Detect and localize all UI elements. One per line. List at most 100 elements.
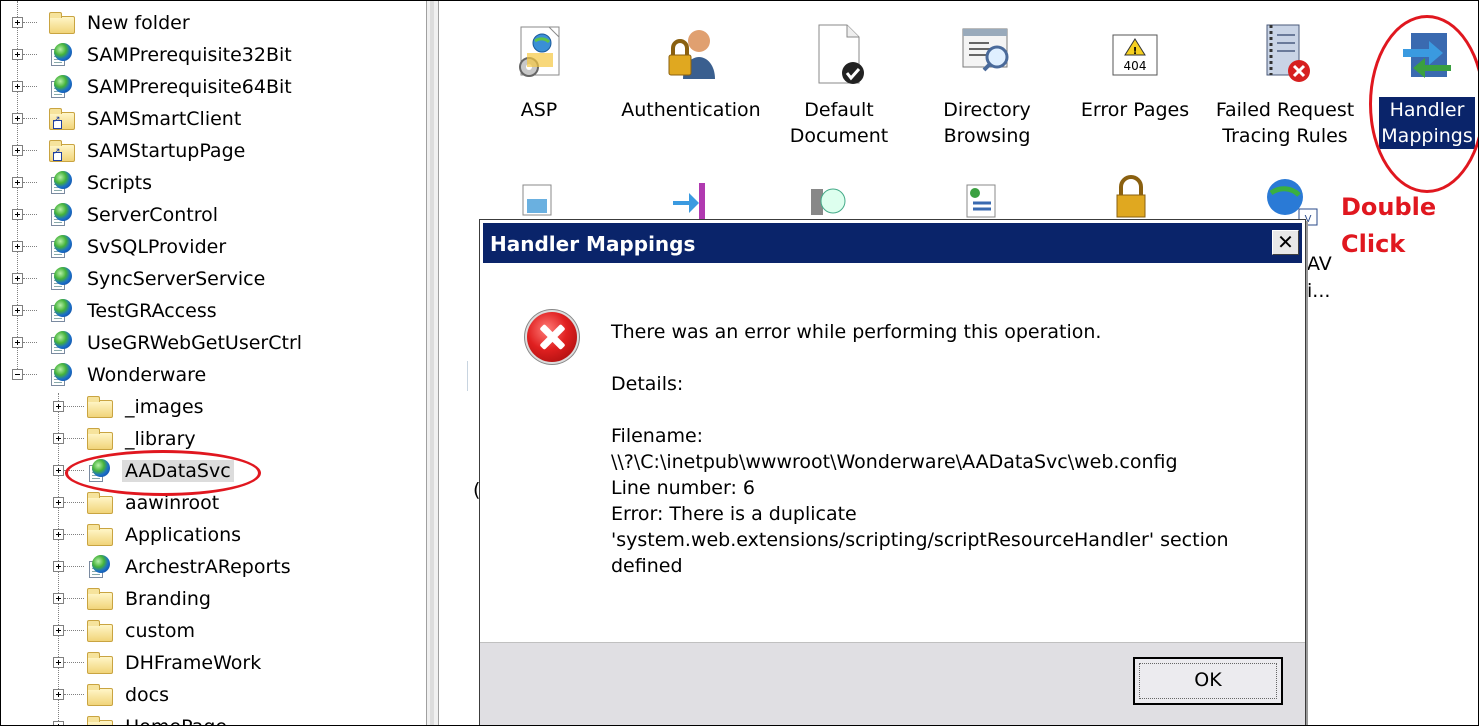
- tree-item-label: SAMPrerequisite64Bit: [87, 76, 292, 98]
- http-response-headers-icon: [811, 188, 846, 215]
- webdav-label-fragment: AV: [1307, 253, 1332, 275]
- tree-item[interactable]: aawinroot: [1, 488, 426, 520]
- feature-authentication[interactable]: Authentication: [621, 21, 761, 123]
- tree-item-label: New folder: [87, 12, 190, 34]
- tree-item[interactable]: HomePage: [1, 712, 426, 725]
- details-label: Details:: [611, 373, 684, 395]
- tree-item[interactable]: TestGRAccess: [1, 296, 426, 328]
- feature-error-pages[interactable]: ! 404 Error Pages: [1065, 21, 1205, 123]
- tree-item[interactable]: SAMPrerequisite32Bit: [1, 40, 426, 72]
- tree-item[interactable]: _images: [1, 392, 426, 424]
- expand-icon[interactable]: [53, 401, 64, 412]
- connections-tree[interactable]: New folder SAMPrerequisite32Bit SAMPrere…: [1, 1, 426, 725]
- expand-icon[interactable]: [53, 561, 64, 572]
- expand-icon[interactable]: [53, 433, 64, 444]
- expand-icon[interactable]: [12, 113, 23, 124]
- expand-icon[interactable]: [53, 721, 64, 725]
- folder-icon: [87, 683, 113, 707]
- expand-icon[interactable]: [12, 81, 23, 92]
- tree-item[interactable]: custom: [1, 616, 426, 648]
- directory-browsing-icon: [957, 21, 1017, 87]
- tree-item-label: docs: [125, 684, 170, 706]
- tree-item-label: TestGRAccess: [87, 300, 217, 322]
- tree-item[interactable]: Applications: [1, 520, 426, 552]
- folder-icon: [87, 715, 113, 725]
- expand-icon[interactable]: [12, 209, 23, 220]
- tree-item[interactable]: Branding: [1, 584, 426, 616]
- expand-icon[interactable]: [12, 305, 23, 316]
- isapi-filters-icon: [966, 184, 996, 218]
- expand-icon[interactable]: [12, 337, 23, 348]
- web-app-icon: [49, 203, 75, 227]
- tree-item[interactable]: SAMSmartClient: [1, 104, 426, 136]
- collapse-icon[interactable]: [12, 369, 23, 380]
- error-text-line: defined: [611, 555, 683, 577]
- tree-item[interactable]: UseGRWebGetUserCtrl: [1, 328, 426, 360]
- tree-item[interactable]: New folder: [1, 8, 426, 40]
- close-icon[interactable]: ✕: [1272, 230, 1299, 255]
- tree-item-label: ArchestrAReports: [125, 556, 291, 578]
- pane-splitter[interactable]: [426, 1, 439, 725]
- expand-icon[interactable]: [53, 689, 64, 700]
- expand-icon[interactable]: [53, 465, 64, 476]
- expand-icon[interactable]: [53, 593, 64, 604]
- expand-icon[interactable]: [12, 145, 23, 156]
- tree-item[interactable]: Wonderware: [1, 360, 426, 392]
- annotation-click: Click: [1341, 230, 1406, 258]
- group-divider: [467, 361, 468, 391]
- feature-default-document[interactable]: Default Document: [769, 21, 909, 149]
- dialog-title: Handler Mappings: [490, 232, 696, 256]
- tree-item-label: _library: [125, 428, 196, 450]
- asp-icon: [509, 21, 569, 87]
- error-code-text: 404: [1124, 59, 1147, 73]
- expand-icon[interactable]: [12, 49, 23, 60]
- expand-icon[interactable]: [12, 17, 23, 28]
- web-app-icon: [49, 299, 75, 323]
- web-app-icon: [49, 363, 75, 387]
- expand-icon[interactable]: [53, 497, 64, 508]
- expand-icon[interactable]: [53, 529, 64, 540]
- feature-directory-browsing[interactable]: Directory Browsing: [917, 21, 1057, 149]
- folder-icon: [87, 619, 113, 643]
- feature-failed-request-tracing[interactable]: Failed Request Tracing Rules: [1215, 21, 1355, 149]
- tree-item[interactable]: _library: [1, 424, 426, 456]
- error-text-line: Error: There is a duplicate: [611, 503, 857, 525]
- tree-item-label: Wonderware: [87, 364, 207, 386]
- tree-item[interactable]: DHFrameWork: [1, 648, 426, 680]
- tree-item-label: Applications: [125, 524, 242, 546]
- dialog-body: There was an error while performing this…: [480, 263, 1305, 643]
- folder-icon: [87, 491, 113, 515]
- tree-item-label: custom: [125, 620, 195, 642]
- tree-item[interactable]: SvSQLProvider: [1, 232, 426, 264]
- expand-icon[interactable]: [53, 625, 64, 636]
- dialog-title-bar[interactable]: Handler Mappings ✕: [483, 223, 1302, 263]
- tree-item-label: SAMPrerequisite32Bit: [87, 44, 292, 66]
- expand-icon[interactable]: [12, 177, 23, 188]
- error-icon: [527, 312, 577, 362]
- tree-item-label: Scripts: [87, 172, 153, 194]
- folder-icon: [49, 11, 75, 35]
- tree-item[interactable]: SAMPrerequisite64Bit: [1, 72, 426, 104]
- folder-icon: [87, 523, 113, 547]
- expand-icon[interactable]: [53, 657, 64, 668]
- web-app-icon: [49, 171, 75, 195]
- ok-button[interactable]: OK: [1133, 657, 1283, 705]
- tree-item[interactable]: ArchestrAReports: [1, 552, 426, 584]
- tree-item[interactable]: ServerControl: [1, 200, 426, 232]
- tree-item[interactable]: docs: [1, 680, 426, 712]
- folder-icon: [87, 587, 113, 611]
- tree-item[interactable]: SyncServerService: [1, 264, 426, 296]
- feature-asp[interactable]: ASP: [469, 21, 609, 123]
- tree-connector: [64, 406, 84, 408]
- expand-icon[interactable]: [12, 241, 23, 252]
- tree-connector: [23, 310, 37, 312]
- tree-item-label: HomePage: [125, 716, 227, 725]
- tree-item[interactable]: Scripts: [1, 168, 426, 200]
- tree-item[interactable]: SAMStartupPage: [1, 136, 426, 168]
- tree-connector: [23, 86, 37, 88]
- ip-restrictions-icon: [1116, 175, 1146, 218]
- svg-text:!: !: [1133, 46, 1138, 57]
- tree-connector: [23, 118, 37, 120]
- expand-icon[interactable]: [12, 273, 23, 284]
- dialog-footer: OK: [480, 642, 1305, 725]
